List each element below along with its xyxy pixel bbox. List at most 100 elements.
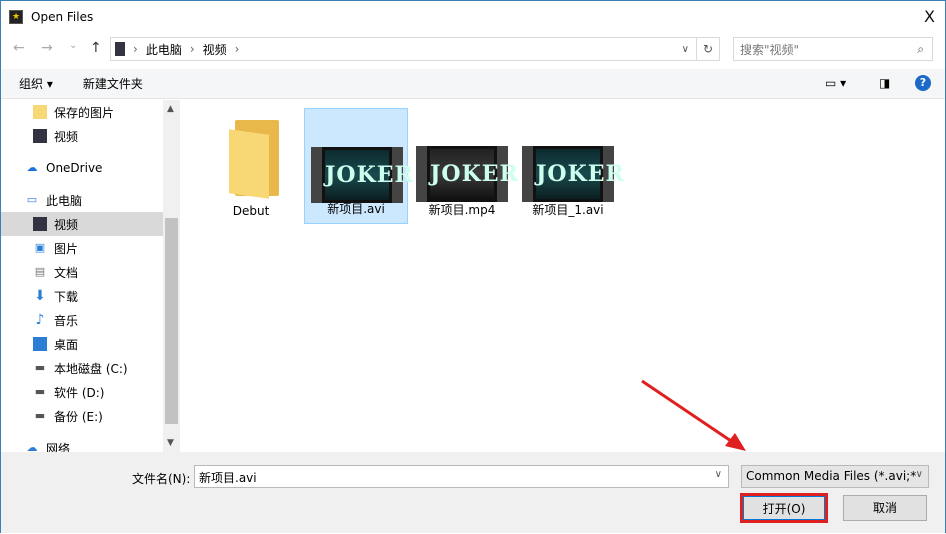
divider	[696, 38, 697, 60]
sidebar-item-documents[interactable]: ▤ 文档	[1, 260, 163, 284]
music-icon: ♪	[35, 312, 45, 328]
sidebar-item-drive-d[interactable]: ▬ 软件 (D:)	[1, 380, 163, 404]
breadcrumb-videos[interactable]: 视频	[203, 41, 227, 58]
file-item-mp4[interactable]: JOKER 新项目.mp4	[410, 108, 518, 224]
window-title: Open Files	[31, 9, 94, 24]
chevron-down-icon[interactable]: ∨	[715, 469, 722, 480]
sidebar-item-label: 音乐	[54, 313, 79, 328]
sidebar-item-label: 视频	[54, 129, 79, 144]
file-name: 新项目.avi	[327, 202, 385, 216]
sidebar-item-network[interactable]: ☁ 网络	[1, 436, 163, 452]
file-item-avi[interactable]: JOKER 新项目.avi	[304, 108, 413, 224]
scroll-down-icon[interactable]: ▼	[167, 438, 174, 448]
navigation-bar: ← → ⌄ ↑ › 此电脑 › 视频 › ∨ ↻ 搜索"视频" ⌕	[1, 37, 945, 61]
sidebar-item-videos-quick[interactable]: 视频	[1, 124, 163, 148]
file-item-avi-1[interactable]: JOKER 新项目_1.avi	[516, 108, 624, 224]
sidebar-scrollbar[interactable]: ▲ ▼	[163, 100, 180, 452]
download-icon: ⬇	[34, 288, 46, 304]
sidebar-item-label: 桌面	[54, 337, 79, 352]
video-icon	[115, 42, 125, 56]
sidebar-item-drive-c[interactable]: ▬ 本地磁盘 (C:)	[1, 356, 163, 380]
sidebar-item-this-pc[interactable]: ▭ 此电脑	[1, 188, 163, 212]
folder-icon	[229, 120, 281, 199]
sidebar-item-label: 图片	[54, 241, 79, 256]
desktop-icon	[33, 337, 47, 351]
search-input[interactable]: 搜索"视频" ⌕	[733, 37, 933, 61]
sidebar-item-label: OneDrive	[46, 161, 103, 175]
sidebar-item-label: 保存的图片	[54, 105, 115, 120]
sidebar-item-label: 软件 (D:)	[54, 385, 105, 400]
forward-button[interactable]: →	[41, 40, 53, 56]
app-icon: ★	[9, 9, 23, 24]
scroll-up-icon[interactable]: ▲	[167, 104, 174, 114]
sidebar-item-pictures[interactable]: ▣ 图片	[1, 236, 163, 260]
file-type-select[interactable]: Common Media Files (*.avi;* ∨	[741, 465, 929, 488]
drive-icon: ▬	[34, 409, 46, 422]
video-icon	[33, 129, 47, 143]
sidebar-item-drive-e[interactable]: ▬ 备份 (E:)	[1, 404, 163, 428]
video-thumbnail: JOKER	[522, 146, 624, 202]
sidebar-item-label: 此电脑	[46, 193, 83, 208]
search-placeholder: 搜索"视频"	[740, 42, 800, 57]
sidebar-item-label: 本地磁盘 (C:)	[54, 361, 128, 376]
filename-value: 新项目.avi	[199, 471, 257, 485]
sidebar-item-label: 备份 (E:)	[54, 409, 103, 424]
new-folder-button[interactable]: 新建文件夹	[83, 75, 143, 92]
preview-pane-icon[interactable]: ◨	[879, 76, 890, 90]
sidebar-item-downloads[interactable]: ⬇ 下载	[1, 284, 163, 308]
recent-locations-button[interactable]: ⌄	[69, 40, 77, 51]
filename-label: 文件名(N):	[132, 472, 191, 486]
bottom-panel: 文件名(N): 新项目.avi ∨ Common Media Files (*.…	[1, 452, 945, 533]
back-button[interactable]: ←	[13, 40, 25, 56]
file-name: Debut	[232, 204, 270, 218]
open-button[interactable]: 打开(O)	[740, 493, 828, 523]
thumbnail-text: JOKER	[536, 149, 624, 199]
address-bar[interactable]: › 此电脑 › 视频 › ∨ ↻	[110, 37, 720, 61]
sidebar-item-label: 视频	[54, 217, 79, 232]
search-icon[interactable]: ⌕	[917, 42, 924, 57]
chevron-down-icon: ∨	[915, 469, 923, 480]
picture-icon: ▣	[34, 241, 46, 254]
chevron-right-icon[interactable]: ›	[235, 42, 240, 56]
cancel-button[interactable]: 取消	[843, 495, 927, 521]
view-options-icon[interactable]: ▭ ▾	[825, 76, 846, 90]
video-thumbnail: JOKER	[416, 146, 518, 202]
file-name: 新项目.mp4	[428, 203, 496, 217]
scrollbar-thumb[interactable]	[165, 218, 178, 424]
title-bar: ★ Open Files X	[1, 1, 945, 32]
computer-icon: ▭	[26, 193, 38, 206]
sidebar-item-music[interactable]: ♪ 音乐	[1, 308, 163, 332]
sidebar-item-onedrive[interactable]: ☁ OneDrive	[1, 156, 163, 180]
breadcrumb-this-pc[interactable]: 此电脑	[146, 41, 182, 58]
sidebar-item-label: 下载	[54, 289, 79, 304]
chevron-right-icon: ›	[189, 42, 195, 56]
thumbnail-text: JOKER	[325, 150, 413, 200]
sidebar-item-videos[interactable]: 视频	[1, 212, 163, 236]
up-button[interactable]: ↑	[90, 40, 102, 56]
toolbar: 组织 ▾ 新建文件夹 ▭ ▾ ◨ ?	[1, 69, 945, 99]
drive-icon: ▬	[34, 361, 46, 374]
close-button[interactable]: X	[924, 7, 935, 26]
filename-input[interactable]: 新项目.avi ∨	[194, 465, 729, 488]
thumbnail-text: JOKER	[430, 149, 518, 199]
cloud-icon: ☁	[26, 161, 38, 174]
sidebar: 保存的图片 视频 ☁ OneDrive ▭ 此电脑 视频 ▣ 图片 ▤ 文档 ⬇ 下载 ♪…	[1, 100, 163, 452]
refresh-icon[interactable]: ↻	[703, 42, 713, 56]
video-icon	[33, 217, 47, 231]
file-type-value: Common Media Files (*.avi;*	[746, 469, 917, 483]
sidebar-item-label: 网络	[46, 441, 71, 453]
organize-button[interactable]: 组织 ▾	[19, 75, 53, 92]
chevron-right-icon: ›	[133, 42, 138, 56]
chevron-down-icon[interactable]: ∨	[682, 44, 689, 55]
sidebar-item-saved-pictures[interactable]: 保存的图片	[1, 100, 163, 124]
file-list: Debut JOKER 新项目.avi JOKER 新项目.mp4 JOKER …	[181, 100, 945, 452]
video-thumbnail: JOKER	[311, 147, 413, 203]
sidebar-item-desktop[interactable]: 桌面	[1, 332, 163, 356]
sidebar-item-label: 文档	[54, 265, 79, 280]
drive-icon: ▬	[34, 385, 46, 398]
folder-icon	[33, 105, 47, 119]
network-icon: ☁	[26, 441, 38, 452]
file-item-debut[interactable]: Debut	[199, 108, 303, 224]
help-icon[interactable]: ?	[915, 75, 931, 91]
document-icon: ▤	[34, 265, 46, 278]
